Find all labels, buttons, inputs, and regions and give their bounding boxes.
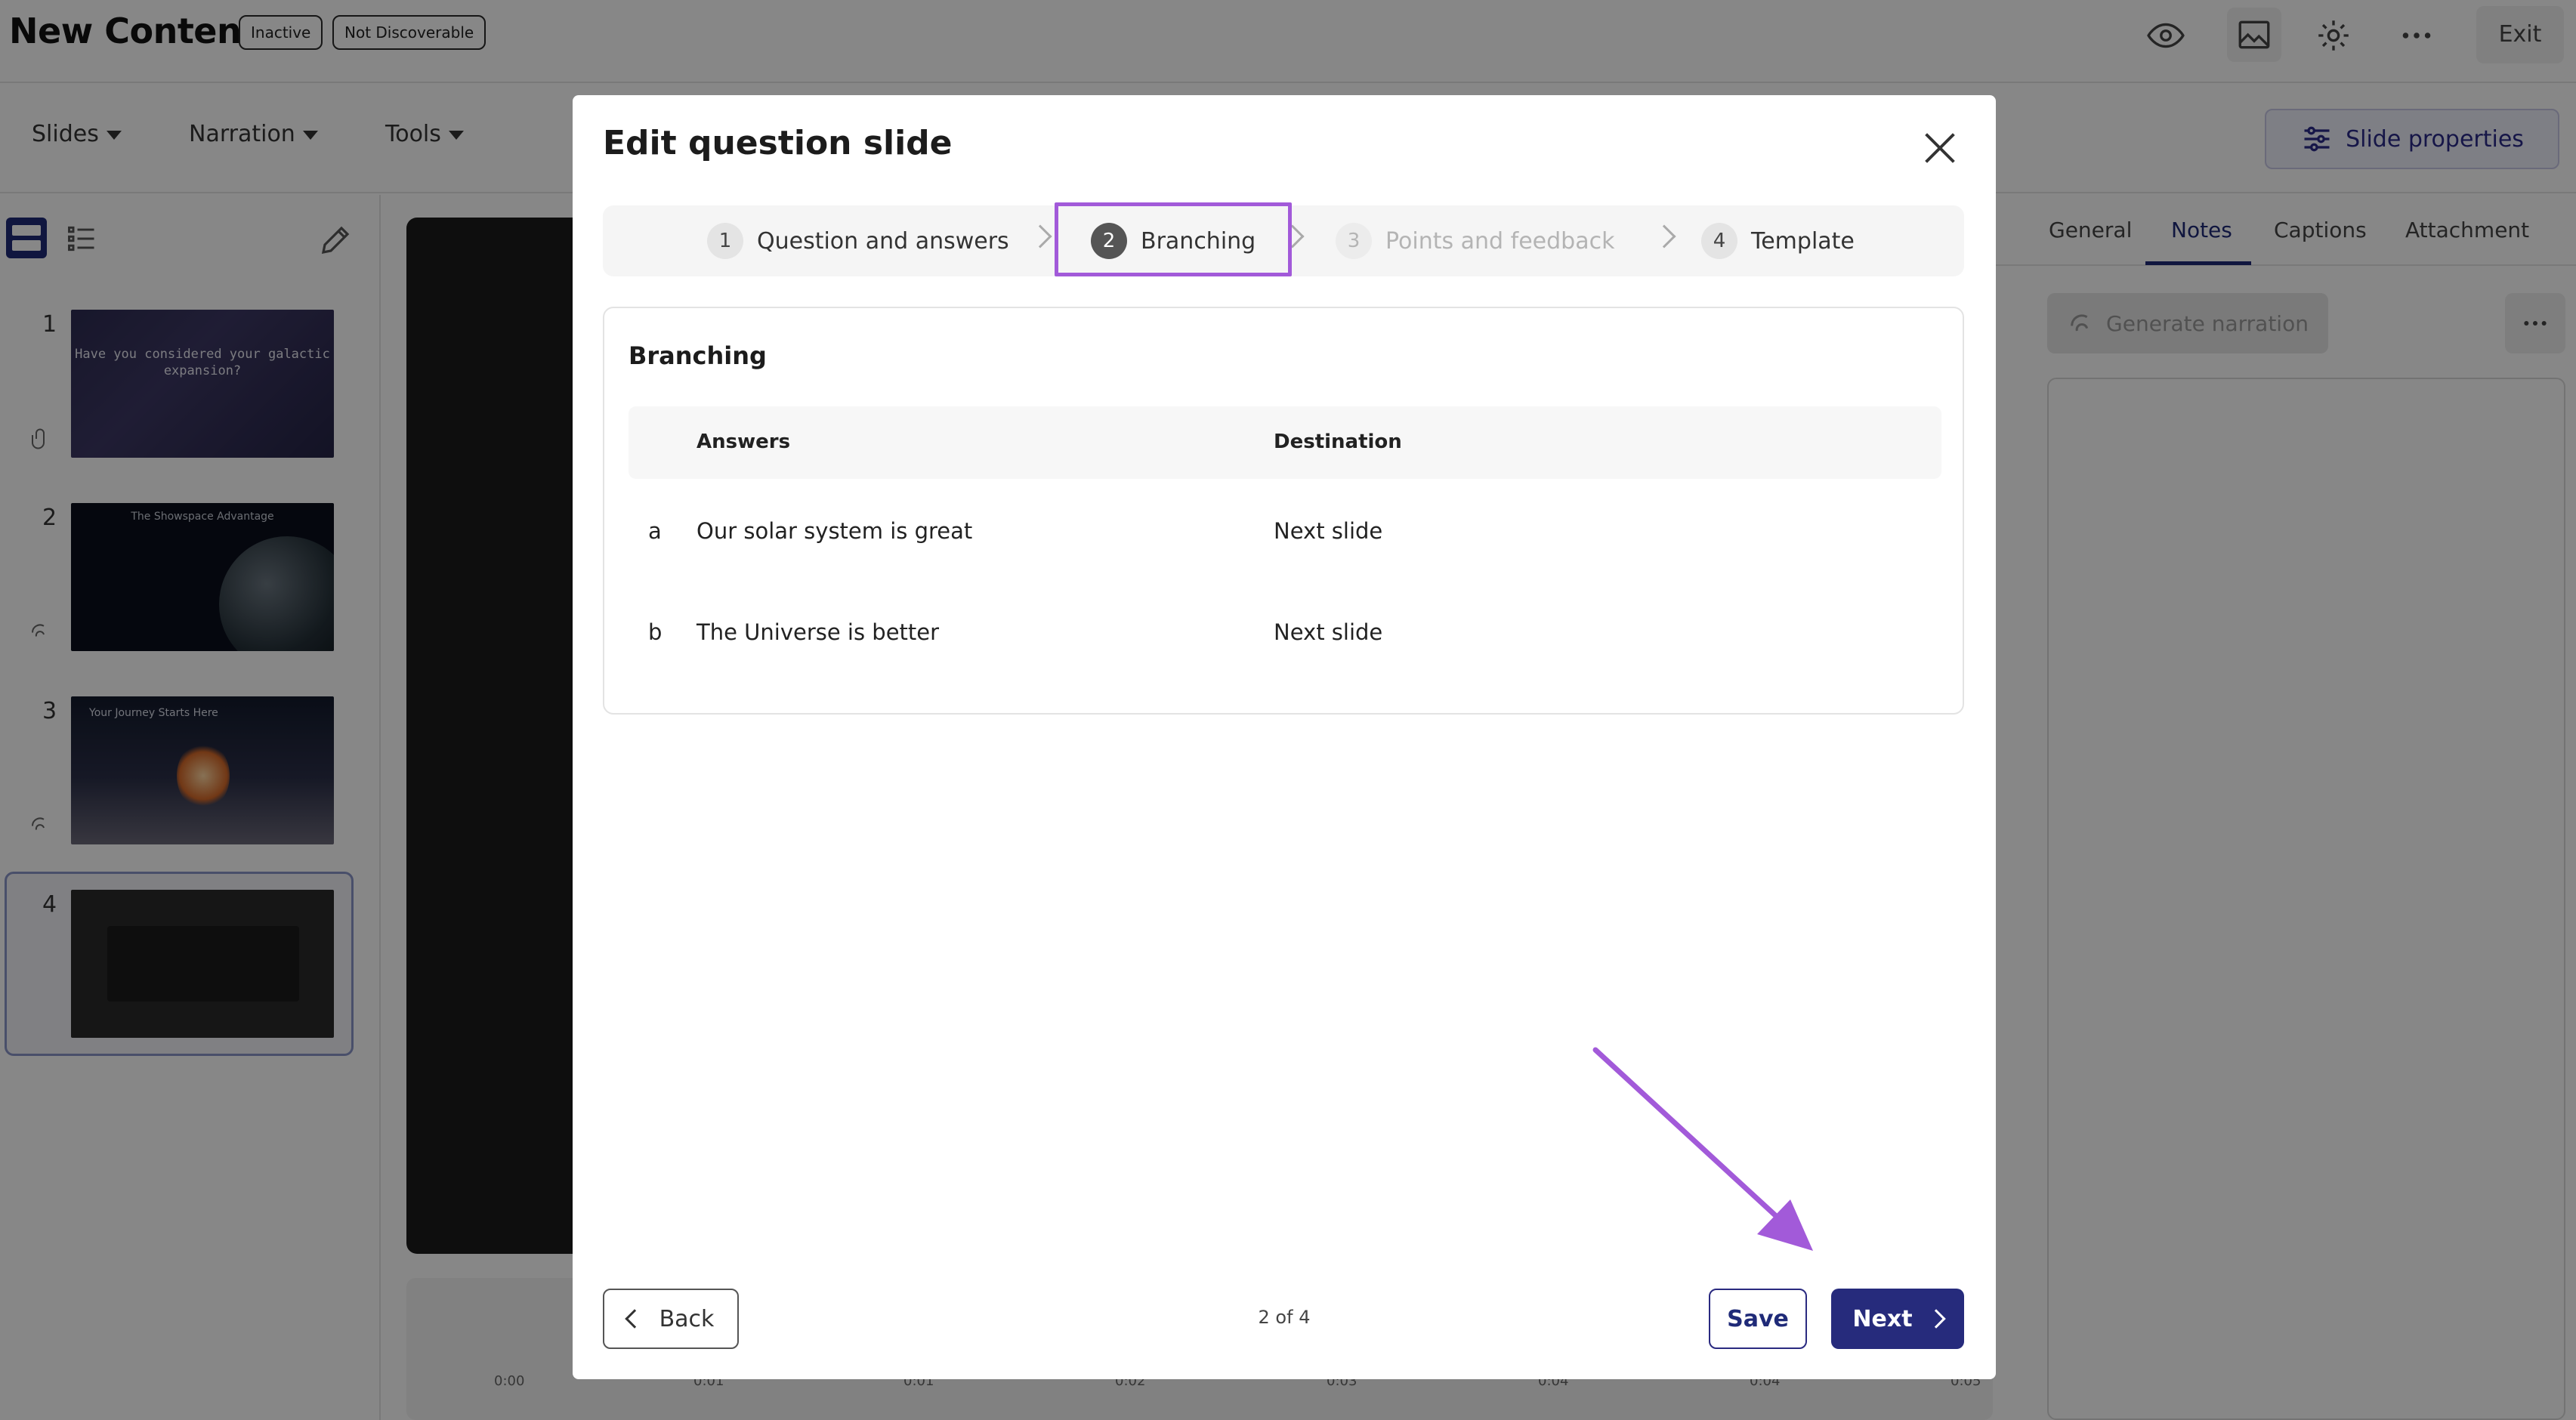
next-label: Next <box>1852 1305 1913 1332</box>
branching-step-highlight <box>1055 202 1292 276</box>
step-label: Question and answers <box>757 227 1009 255</box>
step-number: 1 <box>707 223 743 259</box>
close-icon[interactable] <box>1923 131 1957 165</box>
chevron-right-icon <box>1926 1309 1946 1329</box>
chevron-right-icon <box>1028 224 1052 248</box>
answer-letter: a <box>648 518 662 544</box>
step-number: 4 <box>1701 223 1737 259</box>
column-header-answers: Answers <box>697 431 791 453</box>
step-question-and-answers[interactable]: 1 Question and answers <box>707 205 1009 276</box>
answer-text: Our solar system is great <box>697 518 973 544</box>
next-button[interactable]: Next <box>1831 1289 1964 1349</box>
save-button[interactable]: Save <box>1709 1289 1807 1349</box>
step-number: 3 <box>1336 223 1372 259</box>
step-points-and-feedback[interactable]: 3 Points and feedback <box>1336 205 1614 276</box>
dialog-title: Edit question slide <box>603 124 953 162</box>
step-label: Template <box>1751 227 1855 255</box>
answer-destination[interactable]: Next slide <box>1274 619 1382 645</box>
table-row: b The Universe is better Next slide <box>629 597 1941 669</box>
column-header-destination: Destination <box>1274 431 1402 453</box>
answer-letter: b <box>648 619 663 645</box>
table-header: Answers Destination <box>629 406 1941 479</box>
section-title: Branching <box>629 341 767 370</box>
table-row: a Our solar system is great Next slide <box>629 495 1941 568</box>
branching-card: Branching Answers Destination a Our sola… <box>603 307 1964 715</box>
step-template[interactable]: 4 Template <box>1701 205 1855 276</box>
chevron-right-icon <box>1652 224 1676 248</box>
answer-destination[interactable]: Next slide <box>1274 518 1382 544</box>
answer-text: The Universe is better <box>697 619 940 645</box>
step-label: Points and feedback <box>1385 227 1615 255</box>
annotation-arrow <box>1592 1047 1813 1251</box>
